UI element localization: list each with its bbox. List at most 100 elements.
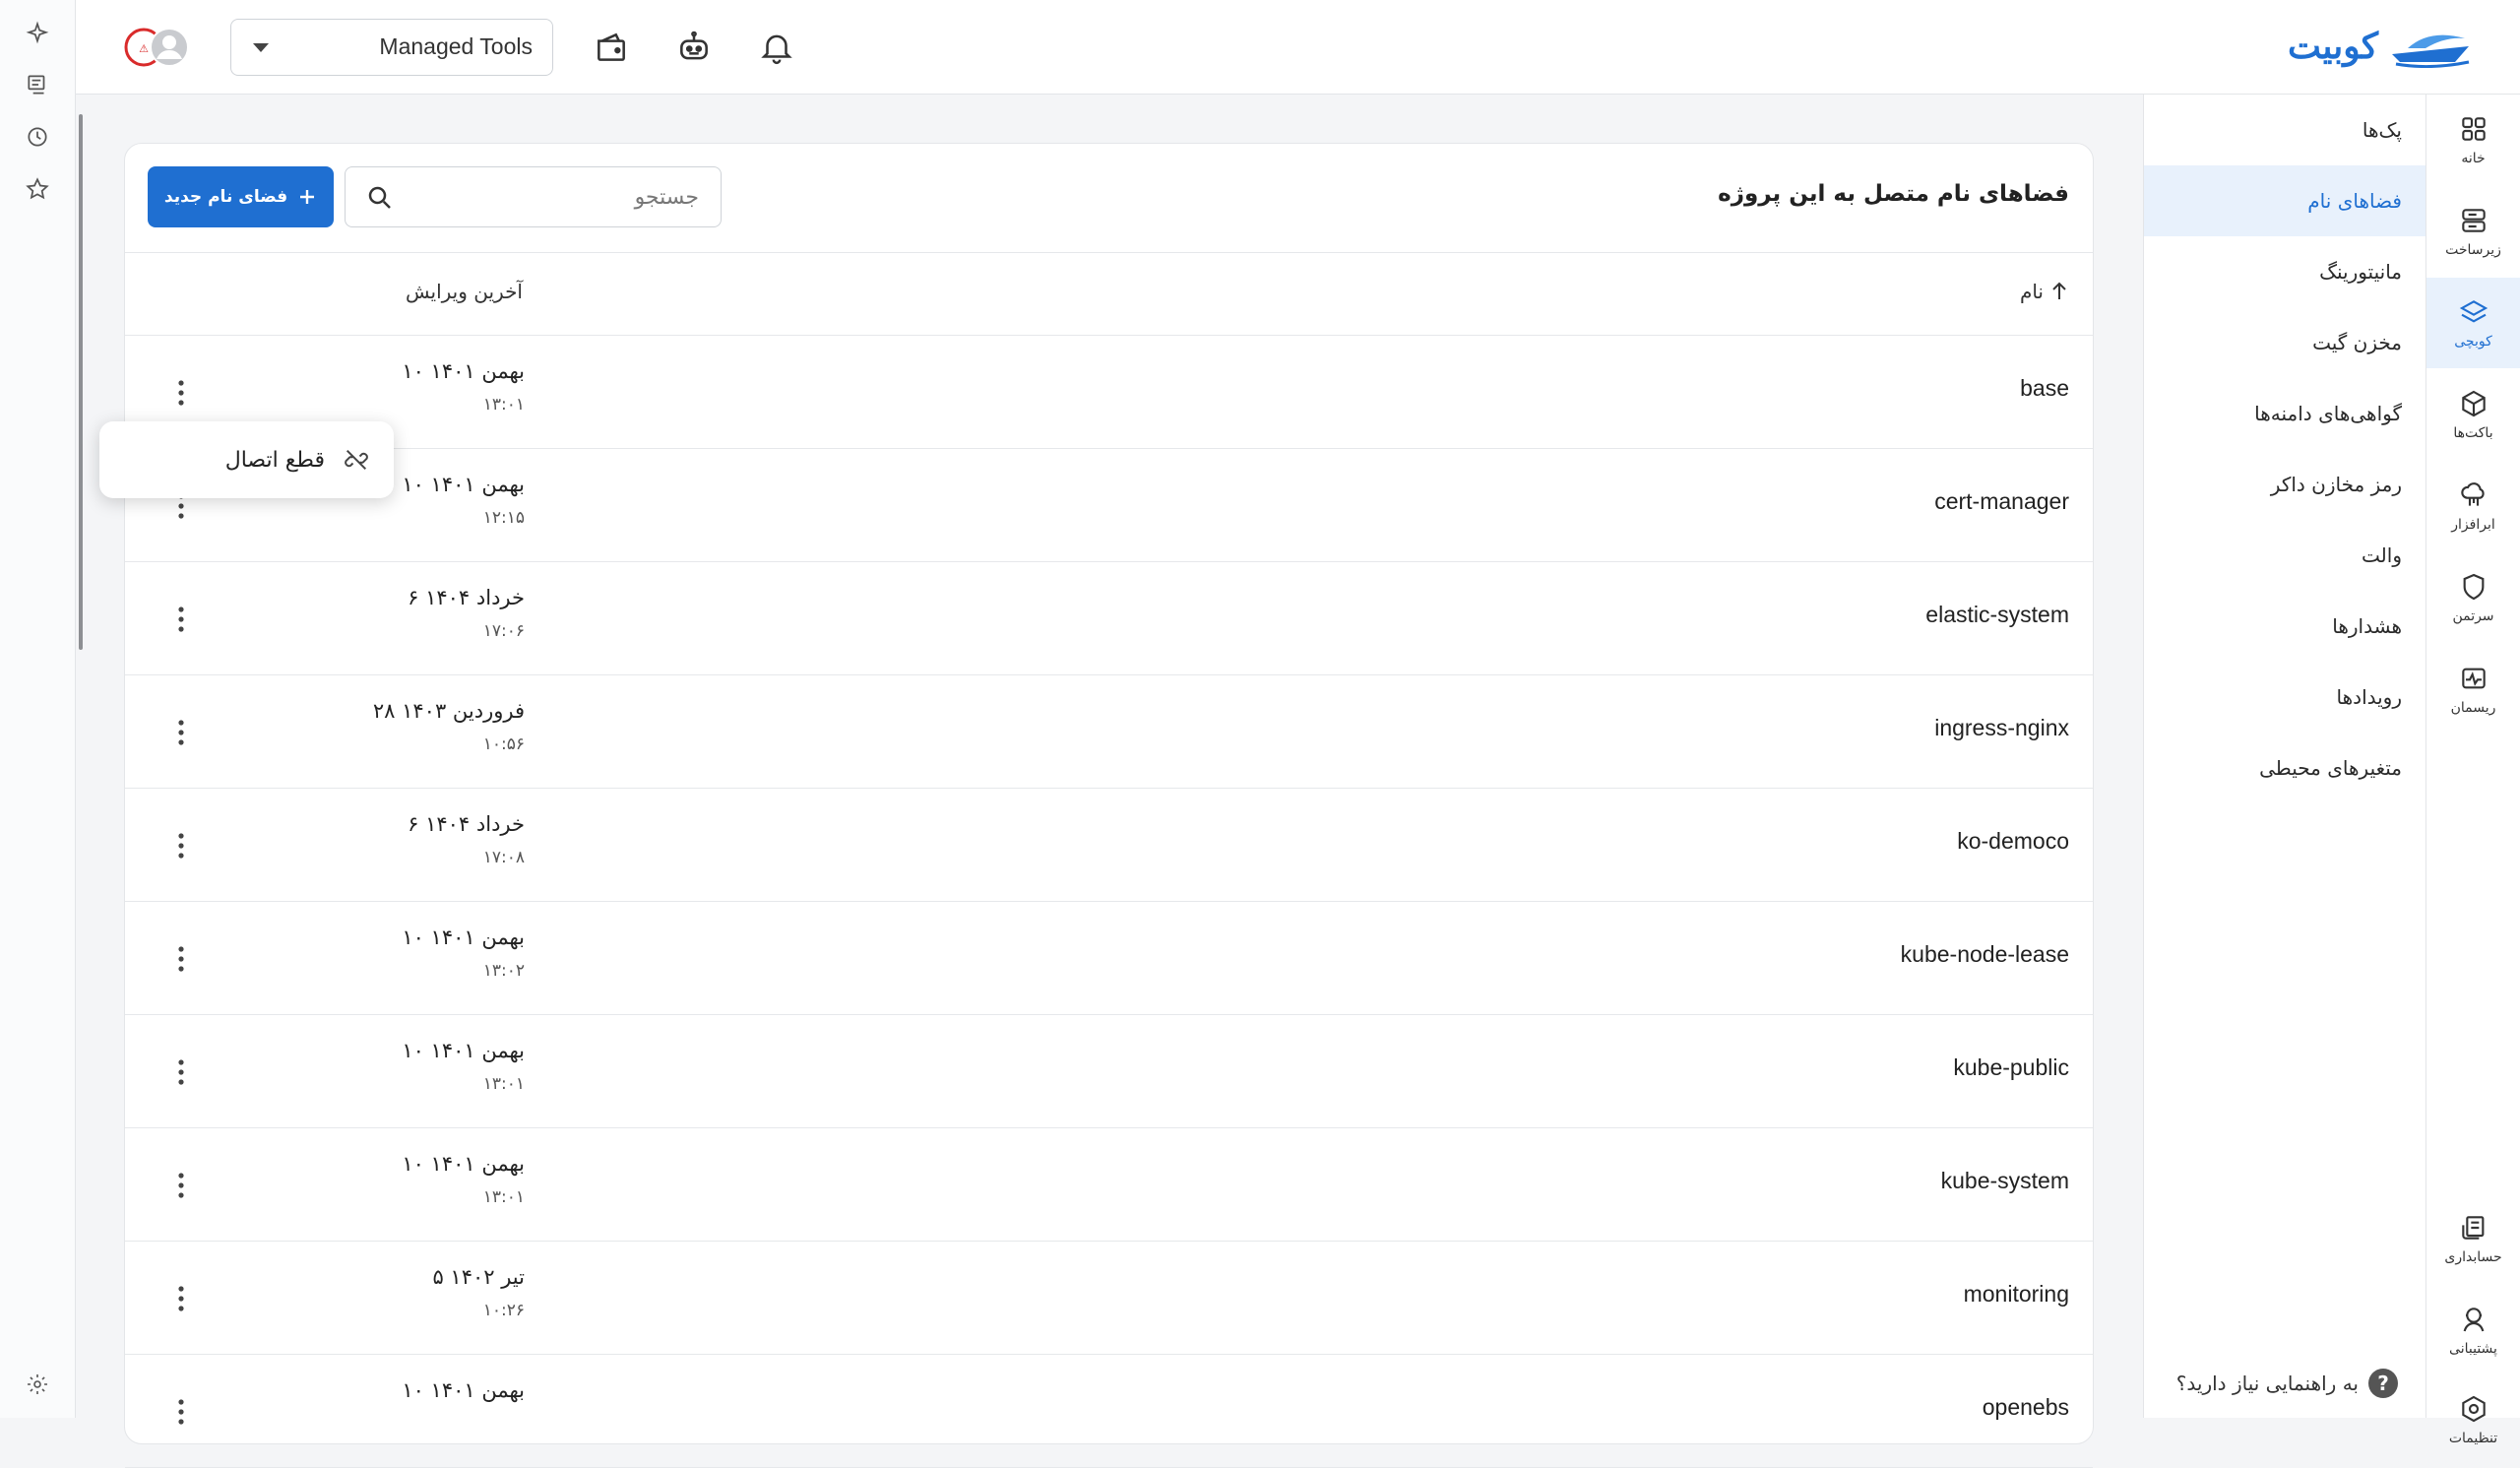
table-row[interactable]: ingress-nginx ۲۸ فروردین ۱۴۰۳ ۱۰:۵۶ xyxy=(125,675,2093,789)
last-edit-time: ۱۰:۲۶ xyxy=(482,1301,525,1320)
namespaces-card: فضاهای نام متصل به این پروژه فضای نام جد… xyxy=(124,143,2094,1468)
last-edit-date: ۱۰ بهمن ۱۴۰۱ xyxy=(402,359,525,383)
namespace-name[interactable]: kube-system xyxy=(1941,1168,2069,1194)
search-input[interactable] xyxy=(405,177,701,217)
more-vertical-icon[interactable] xyxy=(166,375,196,411)
more-vertical-icon[interactable] xyxy=(166,941,196,977)
rail-item-risman[interactable]: ریسمان xyxy=(2426,644,2520,734)
rail-item-label: کوبچی xyxy=(2454,334,2492,350)
more-vertical-icon[interactable] xyxy=(166,1281,196,1316)
rail-item-settings[interactable]: تنظیمات xyxy=(2426,1374,2520,1465)
more-vertical-icon[interactable] xyxy=(166,1054,196,1090)
namespace-name[interactable]: ko-democo xyxy=(1957,828,2069,855)
table-row[interactable]: monitoring ۵ تیر ۱۴۰۲ ۱۰:۲۶ xyxy=(125,1242,2093,1355)
sort-arrow-up-icon[interactable] xyxy=(2049,281,2069,302)
namespace-name[interactable]: ingress-nginx xyxy=(1934,715,2069,741)
last-edit-date: ۶ خرداد ۱۴۰۴ xyxy=(408,812,525,836)
rail-item-label: زیرساخت xyxy=(2445,242,2501,258)
history-icon[interactable] xyxy=(22,121,53,153)
rail-item-home[interactable]: خانه xyxy=(2426,95,2520,185)
subnav-item-namespaces[interactable]: فضاهای نام xyxy=(2144,165,2426,236)
subnav-item-packs[interactable]: پک‌ها xyxy=(2144,95,2426,165)
subnav-item-domain-certificates[interactable]: گواهی‌های دامنه‌ها xyxy=(2144,378,2426,449)
disconnect-menu-item[interactable]: قطع اتصال xyxy=(225,448,325,473)
rail-item-accounting[interactable]: حسابداری xyxy=(2426,1193,2520,1284)
sparkle-icon[interactable] xyxy=(22,18,53,49)
table-row[interactable]: kube-public ۱۰ بهمن ۱۴۰۱ ۱۳:۰۱ xyxy=(125,1015,2093,1128)
server-icon xyxy=(2461,209,2486,232)
wallet-icon[interactable] xyxy=(590,26,633,69)
namespace-name[interactable]: monitoring xyxy=(1964,1281,2069,1308)
namespace-name[interactable]: elastic-system xyxy=(1925,602,2069,628)
rail-item-buckets[interactable]: باکت‌ها xyxy=(2426,369,2520,460)
robot-icon[interactable] xyxy=(672,26,716,69)
namespace-name[interactable]: kube-node-lease xyxy=(1901,941,2069,968)
more-vertical-icon[interactable] xyxy=(166,602,196,637)
subnav-item-events[interactable]: رویدادها xyxy=(2144,662,2426,733)
project-selector-value: Managed Tools xyxy=(379,33,533,59)
rail-item-support[interactable]: پشتیبانی xyxy=(2426,1285,2520,1375)
rail-item-label: ریسمان xyxy=(2450,700,2496,716)
last-edit-date: ۲۸ فروردین ۱۴۰۳ xyxy=(372,699,525,723)
more-vertical-icon[interactable] xyxy=(166,1168,196,1203)
boat-logo-icon xyxy=(2392,34,2470,68)
table-row[interactable]: base ۱۰ بهمن ۱۴۰۱ ۱۳:۰۱ xyxy=(125,336,2093,449)
last-edit-time: ۱۳:۰۱ xyxy=(482,1074,525,1094)
sub-navigation: پک‌ها فضاهای نام مانیتورینگ مخزن گیت گوا… xyxy=(2143,95,2426,1418)
logo[interactable]: کوبیت xyxy=(2288,22,2475,71)
last-edit-date: ۶ خرداد ۱۴۰۴ xyxy=(408,586,525,609)
scrollbar[interactable] xyxy=(79,114,83,650)
rail-item-kubchi[interactable]: کوبچی xyxy=(2426,278,2520,368)
search-icon[interactable] xyxy=(365,183,395,213)
ticket-icon[interactable] xyxy=(22,69,53,100)
cloud-app-icon xyxy=(2460,482,2485,506)
rail-item-cloud-apps[interactable]: ابرافزار xyxy=(2426,461,2520,551)
last-edit-time: ۱۳:۰۲ xyxy=(482,961,525,981)
last-edit-time: ۱۳:۰۱ xyxy=(482,1187,525,1207)
avatar[interactable]: ⚠ xyxy=(124,24,193,71)
top-bar: ⚠ Managed Tools کوبیت xyxy=(76,0,2520,95)
table-row[interactable]: kube-system ۱۰ بهمن ۱۴۰۱ ۱۳:۰۱ xyxy=(125,1128,2093,1242)
table-row[interactable]: elastic-system ۶ خرداد ۱۴۰۴ ۱۷:۰۶ xyxy=(125,562,2093,675)
table-row[interactable]: kube-node-lease ۱۰ بهمن ۱۴۰۱ ۱۳:۰۲ xyxy=(125,902,2093,1015)
more-vertical-icon[interactable] xyxy=(166,828,196,863)
namespace-name[interactable]: cert-manager xyxy=(1934,488,2069,515)
pulse-icon xyxy=(2461,668,2486,689)
more-vertical-icon[interactable] xyxy=(166,715,196,750)
last-edit-date: ۱۰ بهمن ۱۴۰۱ xyxy=(402,1152,525,1176)
table-header: نام آخرین ویرایش xyxy=(125,252,2093,336)
star-icon[interactable] xyxy=(22,173,53,205)
table-row[interactable]: openebs ۱۰ بهمن ۱۴۰۱ xyxy=(125,1355,2093,1468)
unlink-icon[interactable] xyxy=(343,446,370,474)
namespace-table: base ۱۰ بهمن ۱۴۰۱ ۱۳:۰۱ cert-manager ۱۰ بهمن… xyxy=(125,336,2093,1468)
subnav-item-monitoring[interactable]: مانیتورینگ xyxy=(2144,236,2426,307)
rail-item-sartaman[interactable]: سرتمن xyxy=(2426,552,2520,643)
last-edit-date: ۱۰ بهمن ۱۴۰۱ xyxy=(402,1378,525,1402)
table-row[interactable]: ko-democo ۶ خرداد ۱۴۰۴ ۱۷:۰۸ xyxy=(125,789,2093,902)
new-namespace-label: فضای نام جدید xyxy=(163,187,288,207)
main-rail: خانه زیرساخت کوبچی باکت‌ها ابرافزار سرتم… xyxy=(2426,95,2520,1446)
rail-item-label: باکت‌ها xyxy=(2453,425,2493,441)
new-namespace-button[interactable]: فضای نام جدید xyxy=(148,166,334,227)
last-edit-date: ۵ تیر ۱۴۰۲ xyxy=(432,1265,525,1289)
column-header-name[interactable]: نام xyxy=(2020,280,2069,303)
namespace-name[interactable]: kube-public xyxy=(1953,1054,2069,1081)
support-icon xyxy=(2463,1308,2484,1332)
more-vertical-icon[interactable] xyxy=(166,1394,196,1430)
namespace-name[interactable]: openebs xyxy=(1983,1394,2069,1421)
subnav-item-env-vars[interactable]: متغیرهای محیطی xyxy=(2144,733,2426,803)
row-action-menu: قطع اتصال xyxy=(99,421,394,498)
bell-icon[interactable] xyxy=(755,26,798,69)
subnav-item-alerts[interactable]: هشدارها xyxy=(2144,591,2426,662)
namespace-name[interactable]: base xyxy=(2020,375,2069,402)
gear-icon[interactable] xyxy=(22,1369,53,1400)
search-box[interactable] xyxy=(345,166,722,227)
subnav-item-git-repo[interactable]: مخزن گیت xyxy=(2144,307,2426,378)
project-selector[interactable]: Managed Tools xyxy=(230,19,553,76)
subnav-item-docker-registry-secrets[interactable]: رمز مخازن داکر xyxy=(2144,449,2426,520)
subnav-item-vault[interactable]: والت xyxy=(2144,520,2426,591)
table-row[interactable]: cert-manager ۱۰ بهمن ۱۴۰۱ ۱۲:۱۵ xyxy=(125,449,2093,562)
logo-text: کوبیت xyxy=(2288,26,2378,67)
rail-item-infrastructure[interactable]: زیرساخت xyxy=(2426,186,2520,277)
help-link[interactable]: به راهنمایی نیاز دارید؟ ? xyxy=(2176,1369,2398,1398)
